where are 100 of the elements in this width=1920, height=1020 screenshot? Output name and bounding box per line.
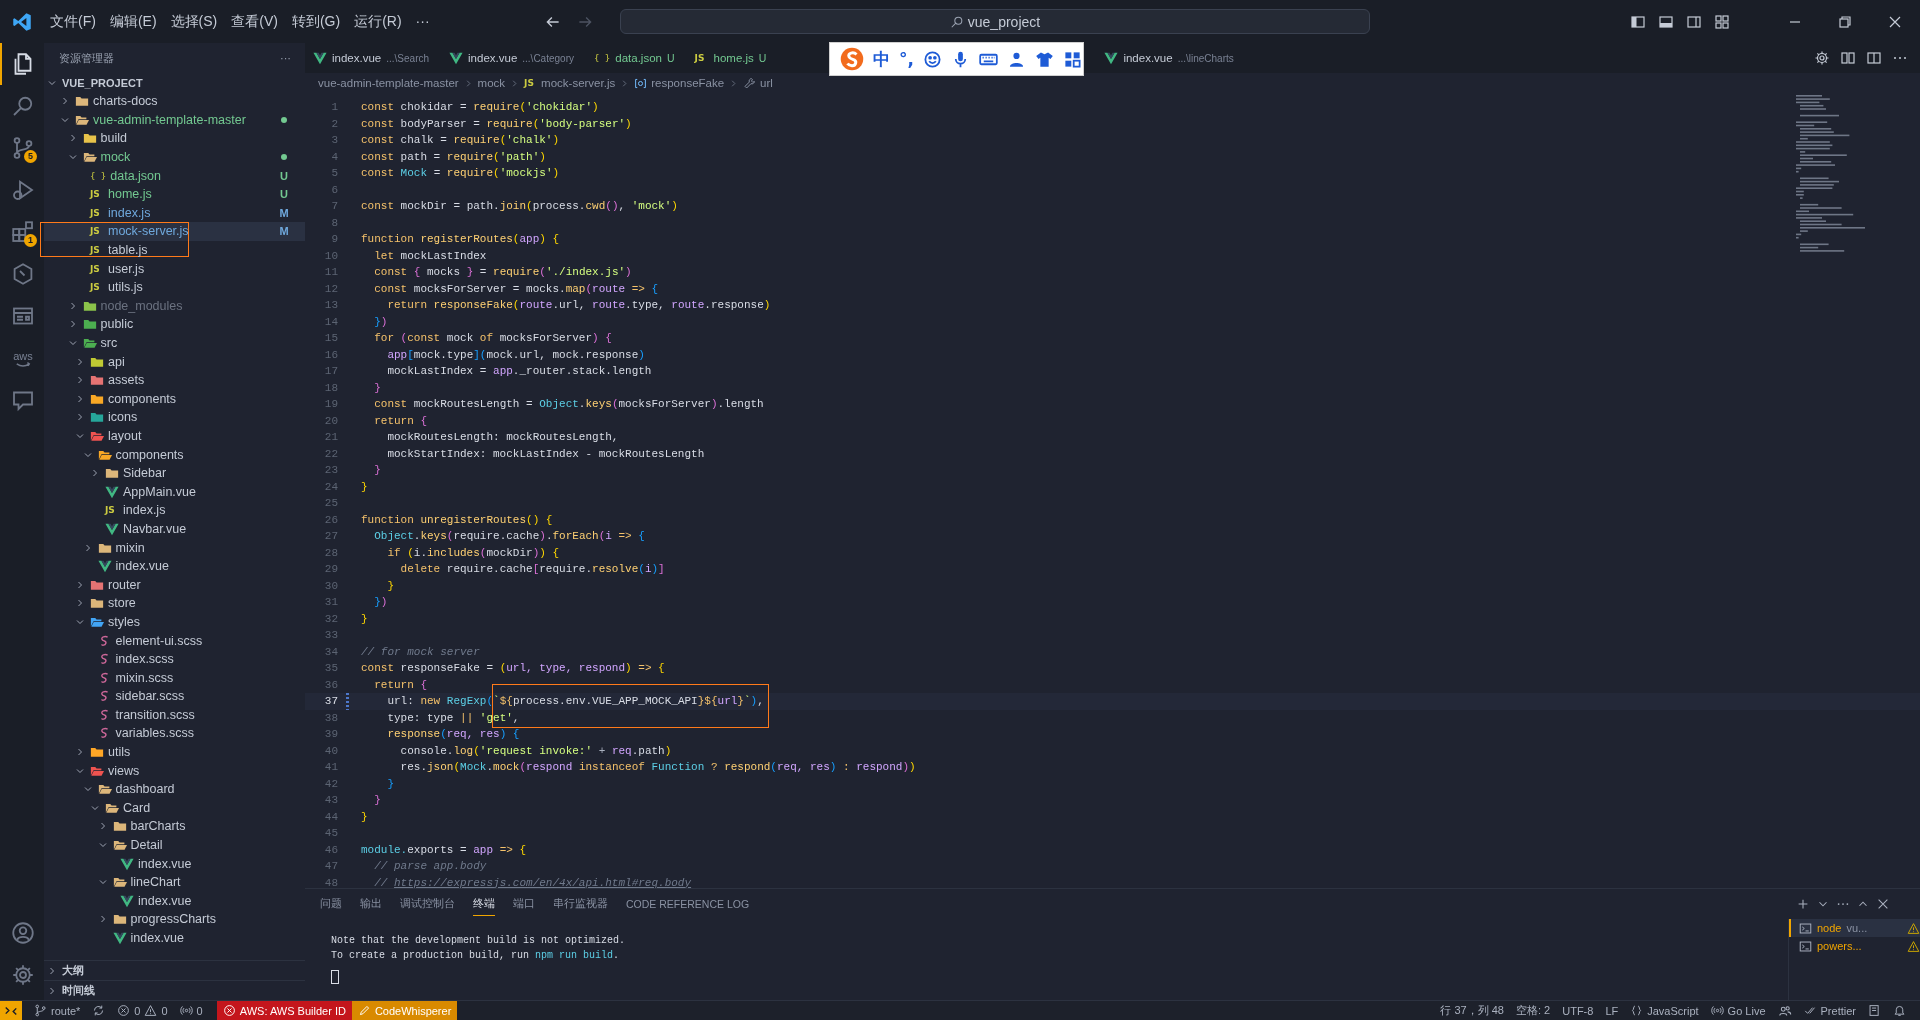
tree-item[interactable]: Card [44, 798, 305, 818]
tree-item[interactable]: styles [44, 612, 305, 632]
tree-item[interactable]: charts-docs [44, 92, 305, 111]
ime-logo-icon[interactable] [840, 47, 864, 71]
tree-item[interactable]: index.scss [44, 649, 305, 669]
tree-item[interactable]: components [44, 445, 305, 464]
settings-icon[interactable] [11, 963, 35, 987]
ports-button[interactable]: 0 [173, 1001, 209, 1020]
compare-icon[interactable] [1840, 50, 1856, 66]
status-item[interactable]: UTF-8 [1556, 1001, 1600, 1020]
status-item[interactable]: LF [1599, 1001, 1625, 1020]
tree-item[interactable]: JS utils.js [44, 277, 305, 297]
tree-item[interactable]: JS mock-server.js M [44, 222, 305, 241]
breadcrumb-item[interactable]: mock-server.js [541, 77, 616, 89]
tree-item[interactable]: sidebar.scss [44, 687, 305, 706]
aws-button[interactable]: AWS: AWS Builder ID [216, 1001, 352, 1020]
tree-item[interactable]: router [44, 575, 305, 595]
editor-tab[interactable]: index.vue ...\Category [441, 43, 586, 73]
tree-item[interactable]: JS user.js [44, 259, 305, 278]
panel-tab[interactable]: CODE REFERENCE LOG [626, 893, 750, 915]
people-icon[interactable] [1777, 1003, 1792, 1018]
tree-item[interactable]: mixin [44, 538, 305, 557]
tree-item[interactable]: barCharts [44, 817, 305, 836]
tree-item[interactable]: components [44, 389, 305, 409]
menu-item[interactable]: 文件(F) [44, 9, 102, 34]
account-icon[interactable] [11, 921, 35, 945]
tree-item[interactable]: { } data.json U [44, 166, 305, 185]
extensions-icon[interactable] [11, 220, 35, 244]
tree-item[interactable]: dashboard [44, 779, 305, 799]
tree-item[interactable]: transition.scss [44, 705, 305, 725]
tree-item[interactable]: JS table.js [44, 240, 305, 260]
panel-tab[interactable]: 输出 [360, 892, 382, 916]
command-center-search[interactable]: vue_project [620, 9, 1370, 34]
terminal-item[interactable]: powers... [1789, 937, 1920, 955]
breadcrumb-item[interactable]: mock [477, 77, 506, 89]
panel-tab[interactable]: 端口 [513, 892, 535, 916]
breadcrumb-item[interactable]: responseFake [651, 77, 725, 89]
tree-item[interactable]: layout [44, 426, 305, 446]
tree-item[interactable]: build [44, 129, 305, 148]
gear-icon[interactable] [1814, 50, 1830, 66]
plus-icon[interactable] [1796, 897, 1810, 911]
more-actions-button[interactable]: ··· [280, 52, 291, 64]
menu-item[interactable]: 查看(V) [225, 9, 284, 34]
ime-mode-label[interactable]: 中 [873, 47, 890, 71]
tree-item[interactable]: index.vue [44, 891, 305, 911]
tree-item[interactable]: mock [44, 147, 305, 167]
secondary-sidebar-icon[interactable] [1686, 13, 1702, 30]
tree-item[interactable]: vue-admin-template-master [44, 110, 305, 130]
tree-item[interactable]: AppMain.vue [44, 482, 305, 502]
tree-item[interactable]: icons [44, 408, 305, 427]
editor-tab[interactable]: index.vue ...\Search [305, 43, 442, 73]
menu-item[interactable]: 运行(R) [348, 9, 408, 34]
tree-item[interactable]: Sidebar [44, 463, 305, 483]
grid-icon[interactable] [1062, 49, 1082, 69]
tree-item[interactable]: JS index.js [44, 501, 305, 520]
editor-tab[interactable]: JS home.js U [686, 43, 779, 73]
panel-tab[interactable]: 串行监视器 [553, 892, 608, 916]
tree-item[interactable]: views [44, 761, 305, 780]
panel-icon[interactable] [1658, 13, 1674, 30]
tree-item[interactable]: element-ui.scss [44, 631, 305, 650]
tree-item[interactable]: public [44, 315, 305, 334]
tree-item[interactable]: progressCharts [44, 910, 305, 929]
menu-item[interactable]: 选择(S) [164, 9, 224, 34]
status-item[interactable]: 空格: 2 [1510, 1001, 1557, 1020]
document-icon[interactable] [1868, 1004, 1881, 1017]
bell-icon[interactable] [1893, 1004, 1906, 1017]
tree-item[interactable]: Navbar.vue [44, 519, 305, 539]
menu-item[interactable]: ··· [409, 9, 436, 34]
remote-button[interactable] [0, 1001, 22, 1020]
breadcrumb-item[interactable]: url [760, 77, 773, 89]
tree-item[interactable]: lineChart [44, 872, 305, 892]
tree-item[interactable]: index.vue [44, 556, 305, 576]
restore-icon[interactable] [1837, 13, 1853, 30]
editor-tab[interactable]: index.vue ...\lineCharts [1096, 43, 1246, 73]
tree-item[interactable]: JS index.js M [44, 203, 305, 223]
tree-item[interactable]: assets [44, 370, 305, 390]
tree-item[interactable]: variables.scss [44, 724, 305, 743]
tree-item[interactable]: Detail [44, 835, 305, 855]
layout-icon[interactable] [1714, 13, 1730, 30]
tree-item[interactable]: mixin.scss [44, 668, 305, 687]
status-item[interactable]: 行 37，列 48 [1434, 1001, 1510, 1020]
close-icon[interactable] [1876, 897, 1890, 911]
tree-item[interactable]: api [44, 352, 305, 371]
primary-sidebar-icon[interactable] [1630, 13, 1646, 30]
go-live-button[interactable]: Go Live [1704, 1001, 1772, 1020]
tree-item[interactable]: JS home.js U [44, 184, 305, 204]
terminal-item[interactable]: node vu... [1789, 919, 1920, 937]
tree-item[interactable]: store [44, 594, 305, 613]
project-header[interactable]: VUE_PROJECT [44, 73, 305, 92]
tree-item[interactable]: src [44, 333, 305, 353]
panel-tab[interactable]: 问题 [320, 892, 342, 916]
menu-item[interactable]: 转到(G) [285, 9, 347, 34]
problems-button[interactable]: 0 0 [111, 1001, 174, 1020]
ime-mode-label[interactable]: °, [899, 49, 914, 69]
prettier-button[interactable]: Prettier [1797, 1001, 1862, 1020]
split-editor-icon[interactable] [1866, 50, 1882, 66]
hexagon-icon[interactable] [11, 262, 35, 286]
panel-tab[interactable]: 终端 [473, 892, 495, 916]
branch-button[interactable]: route* [28, 1001, 87, 1020]
menu-item[interactable]: 编辑(E) [103, 9, 163, 34]
